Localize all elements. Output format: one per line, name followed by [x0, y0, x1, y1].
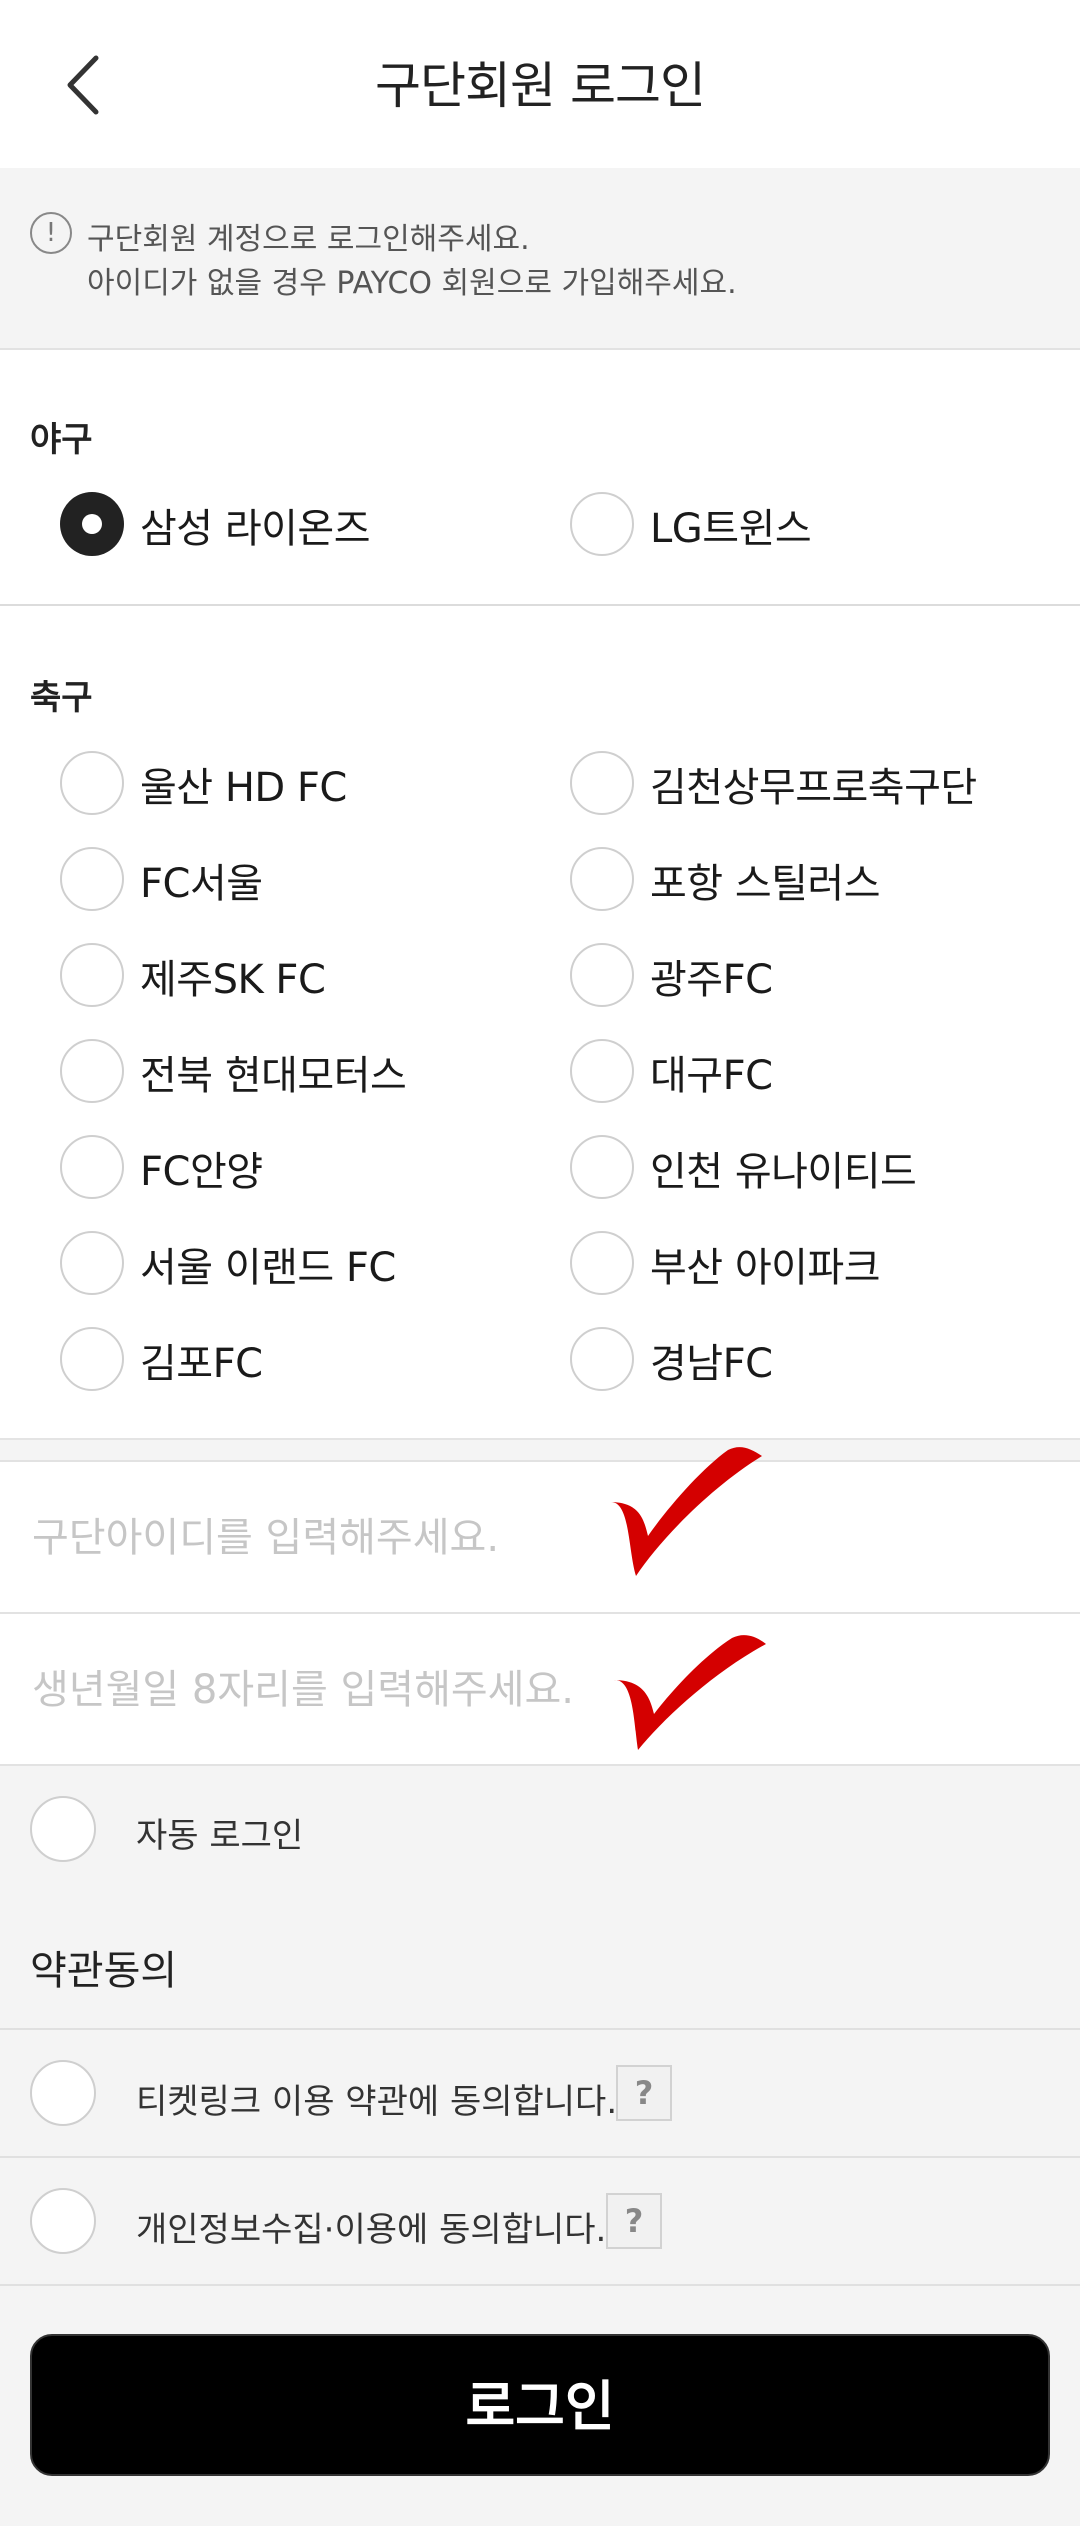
- radio-icon: [570, 1327, 634, 1391]
- team-label: 광주FC: [650, 957, 773, 1003]
- team-radio-gimpo-fc[interactable]: 김포FC: [60, 1327, 500, 1391]
- radio-icon: [570, 751, 634, 815]
- team-label: 삼성 라이온즈: [140, 506, 371, 552]
- baseball-section-label: 야구: [30, 420, 93, 460]
- radio-icon: [60, 1231, 124, 1295]
- auto-login-checkbox[interactable]: [30, 1796, 96, 1862]
- help-icon[interactable]: ?: [606, 2193, 662, 2249]
- team-label: 김포FC: [140, 1341, 263, 1387]
- notice-line-2: 아이디가 없을 경우 PAYCO 회원으로 가입해주세요.: [87, 266, 737, 301]
- team-label: FC서울: [140, 861, 263, 907]
- section-divider: [0, 604, 1080, 606]
- help-icon[interactable]: ?: [616, 2065, 672, 2121]
- team-radio-jeju-sk[interactable]: 제주SK FC: [60, 943, 500, 1007]
- team-radio-ulsan-hd[interactable]: 울산 HD FC: [60, 751, 500, 815]
- radio-selected-icon: [60, 492, 124, 556]
- team-label: 서울 이랜드 FC: [140, 1245, 396, 1291]
- login-button[interactable]: 로그인: [30, 2334, 1050, 2476]
- team-label: LG트윈스: [650, 506, 812, 552]
- radio-icon: [60, 1135, 124, 1199]
- team-label: 울산 HD FC: [140, 765, 347, 811]
- radio-icon: [60, 943, 124, 1007]
- section-gap: [0, 1440, 1080, 1460]
- radio-icon: [570, 1231, 634, 1295]
- team-label: 부산 아이파크: [650, 1245, 881, 1291]
- radio-icon: [570, 943, 634, 1007]
- team-label: 대구FC: [650, 1053, 773, 1099]
- team-label: 김천상무프로축구단: [650, 765, 977, 811]
- terms-divider: [0, 2156, 1080, 2158]
- team-radio-samsung-lions[interactable]: 삼성 라이온즈: [60, 492, 500, 556]
- radio-icon: [570, 492, 634, 556]
- radio-icon: [570, 847, 634, 911]
- team-radio-fc-anyang[interactable]: FC안양: [60, 1135, 500, 1199]
- checkmark-icon: [614, 1635, 766, 1750]
- team-radio-jeonbuk-motors[interactable]: 전북 현대모터스: [60, 1039, 500, 1103]
- checkmark-icon: [610, 1447, 762, 1576]
- team-radio-busan-ipark[interactable]: 부산 아이파크: [570, 1231, 1030, 1295]
- terms-divider: [0, 2028, 1080, 2030]
- team-radio-fc-seoul[interactable]: FC서울: [60, 847, 500, 911]
- birthdate-input[interactable]: [30, 1654, 1034, 1726]
- team-label: 제주SK FC: [140, 957, 326, 1003]
- terms-label-privacy: 개인정보수집·이용에 동의합니다.: [136, 2210, 607, 2250]
- notice-line-1: 구단회원 계정으로 로그인해주세요.: [87, 222, 530, 257]
- radio-icon: [60, 1039, 124, 1103]
- soccer-section-label: 축구: [30, 678, 93, 718]
- team-radio-seoul-eland[interactable]: 서울 이랜드 FC: [60, 1231, 500, 1295]
- team-label: 경남FC: [650, 1341, 773, 1387]
- team-radio-incheon-united[interactable]: 인천 유나이티드: [570, 1135, 1030, 1199]
- radio-icon: [60, 751, 124, 815]
- team-radio-gwangju-fc[interactable]: 광주FC: [570, 943, 1030, 1007]
- team-label: FC안양: [140, 1149, 263, 1195]
- terms-divider: [0, 2284, 1080, 2286]
- team-label: 전북 현대모터스: [140, 1053, 407, 1099]
- login-notice: ! 구단회원 계정으로 로그인해주세요. 아이디가 없을 경우 PAYCO 회원…: [0, 168, 1080, 350]
- team-radio-gimcheon-sangmu[interactable]: 김천상무프로축구단: [570, 751, 1030, 815]
- team-radio-lg-twins[interactable]: LG트윈스: [570, 492, 1010, 556]
- team-radio-daegu-fc[interactable]: 대구FC: [570, 1039, 1030, 1103]
- terms-agree-checkbox-ticketlink[interactable]: [30, 2060, 96, 2126]
- club-id-field: [0, 1460, 1080, 1612]
- team-radio-gyeongnam-fc[interactable]: 경남FC: [570, 1327, 1030, 1391]
- radio-icon: [570, 1039, 634, 1103]
- radio-icon: [60, 1327, 124, 1391]
- radio-icon: [570, 1135, 634, 1199]
- radio-icon: [60, 847, 124, 911]
- auto-login-label: 자동 로그인: [136, 1816, 304, 1856]
- exclamation-circle-icon: !: [30, 212, 72, 254]
- birthdate-field: [0, 1612, 1080, 1764]
- club-id-input[interactable]: [30, 1502, 1034, 1574]
- team-label: 포항 스틸러스: [650, 861, 881, 907]
- terms-agree-checkbox-privacy[interactable]: [30, 2188, 96, 2254]
- terms-label-ticketlink: 티켓링크 이용 약관에 동의합니다.: [136, 2082, 618, 2122]
- team-radio-pohang-steelers[interactable]: 포항 스틸러스: [570, 847, 1030, 911]
- team-label: 인천 유나이티드: [650, 1149, 917, 1195]
- page-title: 구단회원 로그인: [375, 57, 706, 115]
- terms-title: 약관동의: [30, 1948, 178, 1994]
- app-header: 구단회원 로그인: [0, 0, 1080, 168]
